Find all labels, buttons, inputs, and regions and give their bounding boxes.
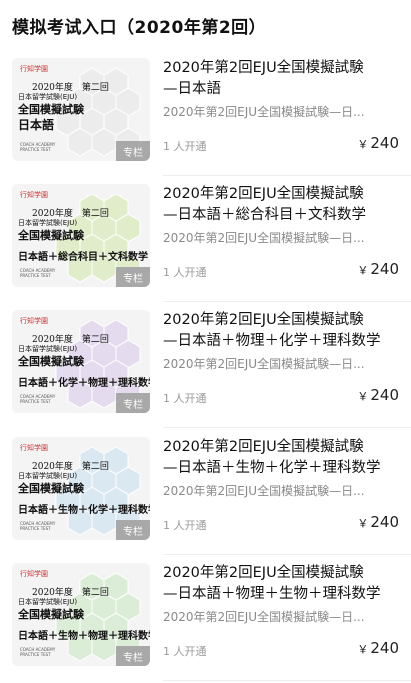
- course-thumbnail[interactable]: 行知学園 2020年度 第二回 日本留学試験(EJU) 全国模擬試験 日本語 C…: [12, 58, 150, 161]
- thumb-exam-type: 全国模擬試験: [18, 355, 84, 368]
- course-price: ￥ 240: [357, 260, 399, 278]
- price-value: 240: [370, 260, 399, 278]
- price-value: 240: [370, 386, 399, 404]
- course-title-line1: 2020年第2回EJU全国模擬試験: [163, 439, 364, 455]
- buyer-count: 1 人开通: [163, 140, 207, 153]
- course-info[interactable]: 2020年第2回EJU全国模擬試験 —日本語＋物理＋生物＋理科数学: [163, 563, 399, 605]
- course-thumbnail[interactable]: 行知学園 2020年度 第二回 日本留学試験(EJU) 全国模擬試験 日本語＋生…: [12, 563, 150, 666]
- course-subtitle: 2020年第2回EJU全国模擬試験—日...: [163, 105, 365, 119]
- course-title-line1: 2020年第2回EJU全国模擬試験: [163, 186, 364, 202]
- course-subtitle: 2020年第2回EJU全国模擬試験—日...: [163, 231, 365, 245]
- thumb-coach-text: COACH ACADEMY PRACTICE TEST: [20, 268, 56, 278]
- course-title-line1: 2020年第2回EJU全国模擬試験: [163, 312, 364, 328]
- thumb-subject: 日本語＋化学＋物理＋理科数学: [18, 378, 150, 389]
- course-info[interactable]: 2020年第2回EJU全国模擬試験 —日本語＋生物＋化学＋理科数学: [163, 437, 399, 479]
- thumb-logo: 行知学園: [20, 570, 48, 578]
- page-title: 模拟考试入口（2020年第2回）: [12, 17, 267, 38]
- price-value: 240: [370, 513, 399, 531]
- thumb-logo: 行知学園: [20, 65, 48, 73]
- course-title-line1: 2020年第2回EJU全国模擬試験: [163, 60, 364, 76]
- thumb-subject: 日本語: [18, 118, 55, 132]
- buyer-count: 1 人开通: [163, 392, 207, 405]
- thumb-logo: 行知学園: [20, 191, 48, 199]
- course-item[interactable]: 行知学園 2020年度 第二回 日本留学試験(EJU) 全国模擬試験 日本語＋生…: [0, 555, 411, 681]
- thumb-coach-text: COACH ACADEMY PRACTICE TEST: [20, 394, 56, 404]
- column-badge: 专栏: [116, 646, 150, 666]
- course-title-line2: —日本語＋生物＋化学＋理科数学: [163, 460, 381, 476]
- buyer-count: 1 人开通: [163, 519, 207, 532]
- course-title-line2: —日本語＋物理＋生物＋理科数学: [163, 586, 381, 602]
- thumb-logo: 行知学園: [20, 317, 48, 325]
- course-price: ￥ 240: [357, 134, 399, 152]
- column-badge: 专栏: [116, 520, 150, 540]
- course-info[interactable]: 2020年第2回EJU全国模擬試験 —日本語＋物理＋化学＋理科数学: [163, 310, 399, 352]
- thumb-coach-text: COACH ACADEMY PRACTICE TEST: [20, 647, 56, 657]
- course-title-line1: 2020年第2回EJU全国模擬試験: [163, 565, 364, 581]
- thumb-exam-type: 全国模擬試験: [18, 103, 84, 116]
- divider: [163, 680, 411, 681]
- course-item[interactable]: 行知学園 2020年度 第二回 日本留学試験(EJU) 全国模擬試験 日本語＋化…: [0, 302, 411, 428]
- currency-symbol: ￥: [357, 138, 369, 151]
- course-subtitle: 2020年第2回EJU全国模擬試験—日...: [163, 357, 365, 371]
- course-info[interactable]: 2020年第2回EJU全国模擬試験 —日本語＋総合科目＋文科数学: [163, 184, 399, 226]
- course-thumbnail[interactable]: 行知学園 2020年度 第二回 日本留学試験(EJU) 全国模擬試験 日本語＋総…: [12, 184, 150, 287]
- course-price: ￥ 240: [357, 386, 399, 404]
- thumb-exam-type: 全国模擬試験: [18, 482, 84, 495]
- course-thumbnail[interactable]: 行知学園 2020年度 第二回 日本留学試験(EJU) 全国模擬試験 日本語＋生…: [12, 437, 150, 540]
- currency-symbol: ￥: [357, 264, 369, 277]
- course-info[interactable]: 2020年第2回EJU全国模擬試験 —日本語: [163, 58, 399, 100]
- course-item[interactable]: 行知学園 2020年度 第二回 日本留学試験(EJU) 全国模擬試験 日本語＋生…: [0, 429, 411, 555]
- course-title-line2: —日本語＋物理＋化学＋理科数学: [163, 333, 381, 349]
- course-subtitle: 2020年第2回EJU全国模擬試験—日...: [163, 610, 365, 624]
- course-item[interactable]: 行知学園 2020年度 第二回 日本留学試験(EJU) 全国模擬試験 日本語 C…: [0, 50, 411, 176]
- buyer-count: 1 人开通: [163, 645, 207, 658]
- thumb-subject: 日本語＋生物＋物理＋理科数学: [18, 631, 150, 642]
- buyer-count: 1 人开通: [163, 266, 207, 279]
- thumb-coach-text: COACH ACADEMY PRACTICE TEST: [20, 142, 56, 152]
- course-price: ￥ 240: [357, 513, 399, 531]
- currency-symbol: ￥: [357, 390, 369, 403]
- thumb-subject: 日本語＋生物＋化学＋理科数学: [18, 505, 150, 516]
- course-thumbnail[interactable]: 行知学園 2020年度 第二回 日本留学試験(EJU) 全国模擬試験 日本語＋化…: [12, 310, 150, 413]
- thumb-logo: 行知学園: [20, 444, 48, 452]
- column-badge: 专栏: [116, 393, 150, 413]
- page-header: 模拟考试入口（2020年第2回）: [0, 0, 411, 50]
- course-title-line2: —日本語: [163, 81, 221, 97]
- price-value: 240: [370, 134, 399, 152]
- currency-symbol: ￥: [357, 517, 369, 530]
- column-badge: 专栏: [116, 141, 150, 161]
- column-badge: 专栏: [116, 267, 150, 287]
- course-item[interactable]: 行知学園 2020年度 第二回 日本留学試験(EJU) 全国模擬試験 日本語＋総…: [0, 176, 411, 302]
- divider: [163, 427, 411, 428]
- thumb-exam-type: 全国模擬試験: [18, 608, 84, 621]
- course-price: ￥ 240: [357, 639, 399, 657]
- price-value: 240: [370, 639, 399, 657]
- currency-symbol: ￥: [357, 643, 369, 656]
- course-title-line2: —日本語＋総合科目＋文科数学: [163, 207, 366, 223]
- course-subtitle: 2020年第2回EJU全国模擬試験—日...: [163, 484, 365, 498]
- thumb-exam-type: 全国模擬試験: [18, 229, 84, 242]
- thumb-subject: 日本語＋総合科目＋文科数学: [18, 252, 148, 263]
- thumb-coach-text: COACH ACADEMY PRACTICE TEST: [20, 521, 56, 531]
